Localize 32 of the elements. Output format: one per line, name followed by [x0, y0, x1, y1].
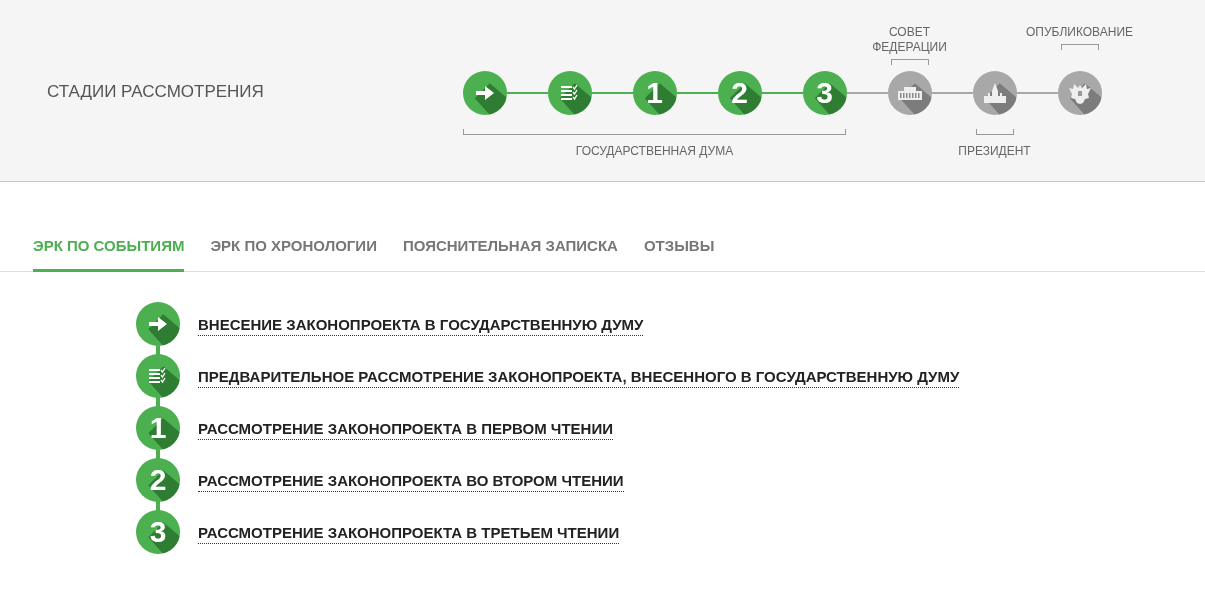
event-number: 3: [136, 510, 180, 554]
tab[interactable]: ПОЯСНИТЕЛЬНАЯ ЗАПИСКА: [402, 234, 618, 272]
stage-group-label: ГОСУДАРСТВЕННАЯ ДУМА: [575, 144, 734, 159]
event-number: 1: [136, 406, 180, 450]
event-link[interactable]: РАССМОТРЕНИЕ ЗАКОНОПРОЕКТА ВО ВТОРОМ ЧТЕНИИ: [198, 472, 624, 492]
event-link[interactable]: ВНЕСЕНИЕ ЗАКОНОПРОЕКТА В ГОСУДАРСТВЕННУЮ ДУМУ: [198, 316, 644, 336]
event-number: 2: [136, 458, 180, 502]
event-link[interactable]: ПРЕДВАРИТЕЛЬНОЕ РАССМОТРЕНИЕ ЗАКОНОПРОЕКТА, ВНЕСЕННОГО В ГОСУДАРСТВЕННУЮ ДУМУ: [198, 368, 960, 388]
stage-number[interactable]: 1: [632, 71, 677, 115]
event-link[interactable]: РАССМОТРЕНИЕ ЗАКОНОПРОЕКТА В ПЕРВОМ ЧТЕНИИ: [198, 420, 613, 440]
event-link[interactable]: РАССМОТРЕНИЕ ЗАКОНОПРОЕКТА В ТРЕТЬЕМ ЧТЕНИИ: [198, 524, 620, 544]
list-check-icon: [560, 85, 579, 101]
tab[interactable]: ЭРК ПО СОБЫТИЯМ: [33, 234, 185, 272]
emblem-icon: [1068, 82, 1091, 104]
stage-marker[interactable]: [462, 71, 507, 115]
stage-marker[interactable]: [972, 71, 1017, 115]
list-check-icon: [149, 368, 167, 384]
building-icon: [897, 86, 922, 100]
tab[interactable]: ЭРК ПО ХРОНОЛОГИИ: [210, 234, 377, 272]
arrow-icon: [149, 317, 167, 331]
stage-group-label: СОВЕТ ФЕДЕРАЦИИ: [871, 25, 948, 55]
arrow-icon: [475, 86, 494, 100]
stage-marker[interactable]: [887, 71, 932, 115]
tab[interactable]: ОТЗЫВЫ: [643, 234, 715, 272]
stage-group-label: ОПУБЛИКОВАНИЕ: [1024, 25, 1135, 40]
stage-number[interactable]: 3: [802, 71, 847, 115]
stage-marker[interactable]: [1057, 71, 1102, 115]
stage-group-label: ПРЕЗИДЕНТ: [957, 144, 1032, 159]
tower-icon: [983, 83, 1006, 103]
stage-number[interactable]: 2: [717, 71, 762, 115]
stage-marker[interactable]: [547, 71, 592, 115]
section-title: СТАДИИ РАССМОТРЕНИЯ: [47, 82, 265, 102]
